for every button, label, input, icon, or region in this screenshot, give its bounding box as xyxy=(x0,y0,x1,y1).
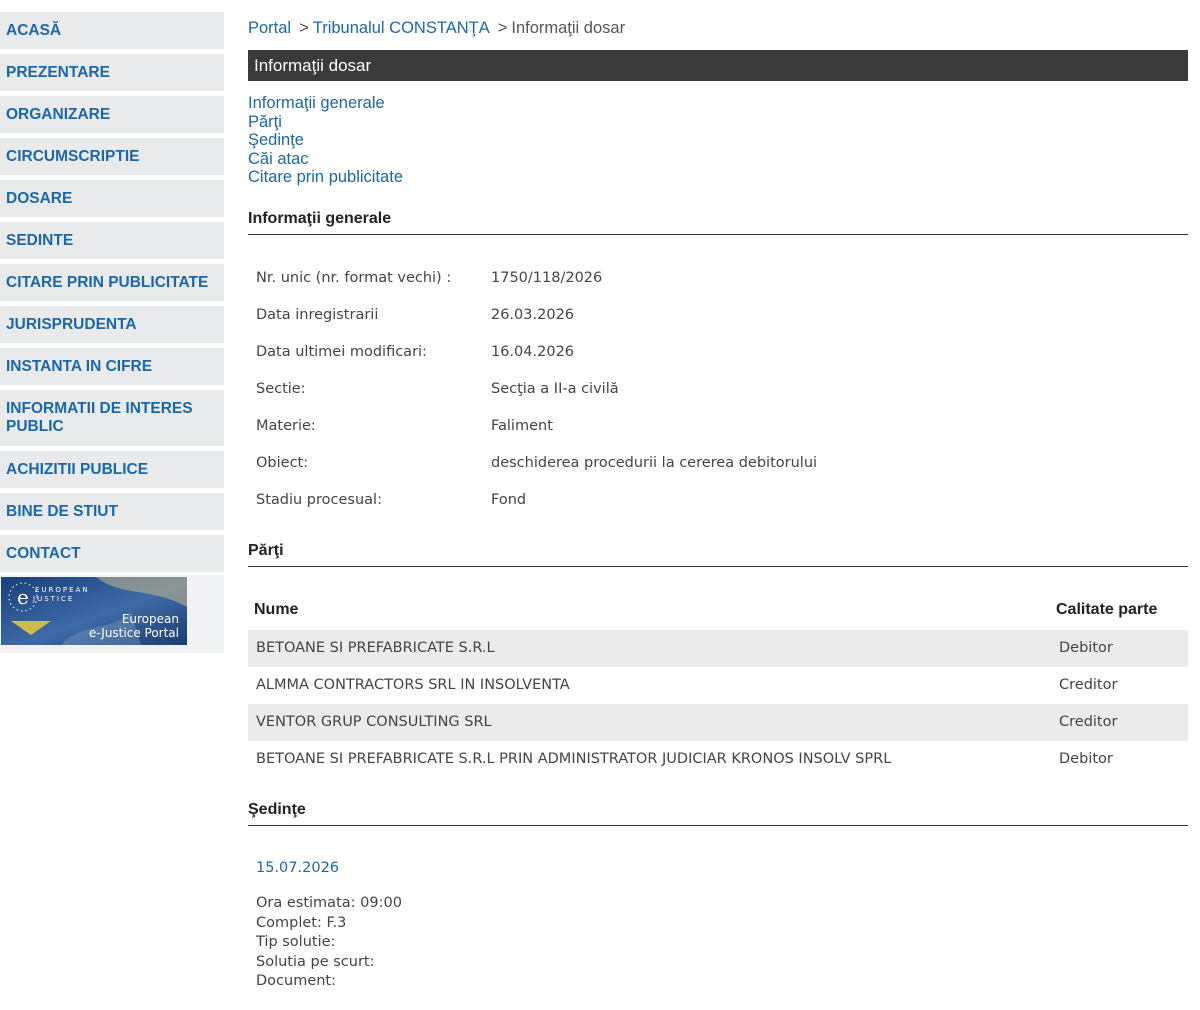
section-heading-informatii-generale: Informaţii generale xyxy=(248,210,1188,235)
info-value: 26.03.2026 xyxy=(491,307,575,323)
ejustice-line1: EUROPEAN xyxy=(35,586,90,594)
breadcrumb: Portal > Tribunalul CONSTANŢA > Informaţii d… xyxy=(248,19,625,38)
page-title-bar: Informaţii dosar xyxy=(248,50,1188,81)
info-label: Sectie: xyxy=(256,381,306,397)
sidebar-item-citare[interactable]: CITARE PRIN PUBLICITATE xyxy=(0,264,224,301)
breadcrumb-current: Informaţii dosar xyxy=(511,19,626,37)
info-label: Data inregistrarii xyxy=(256,307,379,323)
sidebar-item-label: ORGANIZARE xyxy=(6,106,111,123)
info-label: Stadiu procesual: xyxy=(256,492,382,508)
sedinta-complet: Complet: F.3 xyxy=(256,914,347,931)
info-label: Materie: xyxy=(256,418,316,434)
sidebar-item-label-line2: PUBLIC xyxy=(6,418,64,435)
sidebar-item-prezentare[interactable]: PREZENTARE xyxy=(0,54,224,91)
sidebar-item-label: ACASĂ xyxy=(6,22,62,39)
sedinta-entry: 15.07.2026 Ora estimata: 09:00 Complet: … xyxy=(256,860,402,992)
sidebar-item-label: CITARE PRIN PUBLICITATE xyxy=(6,274,209,291)
info-value: deschiderea procedurii la cererea debito… xyxy=(491,455,818,471)
info-value: Fond xyxy=(491,492,527,508)
toc-link-informatii-generale[interactable]: Informaţii generale xyxy=(248,94,403,113)
ejustice-line2: JUSTICE xyxy=(32,595,74,603)
table-row: ALMMA CONTRACTORS SRL IN INSOLVENTA Cred… xyxy=(248,667,1188,704)
party-name: BETOANE SI PREFABRICATE S.R.L PRIN ADMIN… xyxy=(256,751,892,767)
sidebar-item-bine-de-stiut[interactable]: BINE DE STIUT xyxy=(0,493,224,530)
sidebar-item-label-line1: INFORMATII DE INTERES xyxy=(6,400,193,417)
party-name: VENTOR GRUP CONSULTING SRL xyxy=(256,714,492,730)
sidebar-item-informatii-interes-public[interactable]: INFORMATII DE INTERES PUBLIC xyxy=(0,390,224,446)
ejustice-portal-banner[interactable]: e EUROPEAN JUSTICE European e-Justice Po… xyxy=(1,577,187,645)
sidebar-item-label: BINE DE STIUT xyxy=(6,503,118,520)
info-label: Data ultimei modificari: xyxy=(256,344,427,360)
table-row: BETOANE SI PREFABRICATE S.R.L Debitor xyxy=(248,630,1188,667)
sidebar-item-circumscriptie[interactable]: CIRCUMSCRIPTIE xyxy=(0,138,224,175)
info-label: Nr. unic (nr. format vechi) : xyxy=(256,270,452,286)
party-role: Creditor xyxy=(1059,714,1118,730)
sidebar-item-label: JURISPRUDENTA xyxy=(6,316,137,333)
party-role: Debitor xyxy=(1059,640,1113,656)
page-title: Informaţii dosar xyxy=(254,56,372,75)
breadcrumb-court-link[interactable]: Tribunalul CONSTANŢA xyxy=(313,19,490,37)
sidebar-item-label: INSTANTA IN CIFRE xyxy=(6,358,153,375)
sedinta-solutia: Solutia pe scurt: xyxy=(256,953,375,970)
breadcrumb-portal-link[interactable]: Portal xyxy=(248,19,291,37)
toc-link-citare-publicitate[interactable]: Citare prin publicitate xyxy=(248,168,403,187)
ejustice-banner-container: e EUROPEAN JUSTICE European e-Justice Po… xyxy=(0,575,224,653)
sedinta-tip-solutie: Tip solutie: xyxy=(256,934,336,950)
sidebar-item-label: PREZENTARE xyxy=(6,64,110,81)
sidebar-item-jurisprudenta[interactable]: JURISPRUDENTA xyxy=(0,306,224,343)
table-header-row: Nume Calitate parte xyxy=(248,590,1188,630)
toc-link-sedinte[interactable]: Şedinţe xyxy=(248,131,403,150)
info-value: 1750/118/2026 xyxy=(491,270,603,286)
column-header-calitate: Calitate parte xyxy=(1056,601,1158,618)
party-name: BETOANE SI PREFABRICATE S.R.L xyxy=(256,640,495,656)
sidebar-item-label: DOSARE xyxy=(6,190,73,207)
party-role: Creditor xyxy=(1059,677,1118,693)
column-header-nume: Nume xyxy=(254,601,299,618)
sidebar-item-contact[interactable]: CONTACT xyxy=(0,535,224,572)
section-heading-sedinte: Şedinţe xyxy=(248,801,1188,826)
ejustice-line4: e-Justice Portal xyxy=(89,626,179,640)
sidebar-item-label: ACHIZITII PUBLICE xyxy=(6,461,149,478)
info-value: Secţia a II-a civilă xyxy=(491,381,619,397)
info-label: Obiect: xyxy=(256,455,309,471)
table-row: BETOANE SI PREFABRICATE S.R.L PRIN ADMIN… xyxy=(248,741,1188,778)
sidebar-item-organizare[interactable]: ORGANIZARE xyxy=(0,96,224,133)
party-name: ALMMA CONTRACTORS SRL IN INSOLVENTA xyxy=(256,677,570,693)
ejustice-e-letter: e xyxy=(17,585,29,609)
parti-table: Nume Calitate parte BETOANE SI PREFABRIC… xyxy=(248,590,1188,778)
toc-link-parti[interactable]: Părţi xyxy=(248,113,403,132)
party-role: Debitor xyxy=(1059,751,1113,767)
sedinta-ora: Ora estimata: 09:00 xyxy=(256,895,402,911)
sedinta-document: Document: xyxy=(256,973,337,989)
sidebar-item-sedinte[interactable]: SEDINTE xyxy=(0,222,224,259)
sidebar-item-achizitii-publice[interactable]: ACHIZITII PUBLICE xyxy=(0,451,224,488)
section-links: Informaţii generale Părţi Şedinţe Căi at… xyxy=(248,94,403,187)
toc-link-cai-atac[interactable]: Căi atac xyxy=(248,150,403,169)
ejustice-line3: European xyxy=(122,612,179,626)
sidebar-item-label: SEDINTE xyxy=(6,232,74,249)
sidebar: ACASĂ PREZENTARE ORGANIZARE CIRCUMSCRIPT… xyxy=(0,12,224,653)
info-value: 16.04.2026 xyxy=(491,344,575,360)
info-value: Faliment xyxy=(491,418,553,434)
section-heading-parti: Părţi xyxy=(248,542,1188,567)
sidebar-item-instanta-in-cifre[interactable]: INSTANTA IN CIFRE xyxy=(0,348,224,385)
breadcrumb-separator: > xyxy=(497,19,508,37)
sidebar-item-label: CONTACT xyxy=(6,545,81,562)
sidebar-item-label: CIRCUMSCRIPTIE xyxy=(6,148,140,165)
sidebar-item-dosare[interactable]: DOSARE xyxy=(0,180,224,217)
sidebar-item-acasa[interactable]: ACASĂ xyxy=(0,12,224,49)
table-row: VENTOR GRUP CONSULTING SRL Creditor xyxy=(248,704,1188,741)
breadcrumb-separator: > xyxy=(299,19,309,37)
sedinta-date: 15.07.2026 xyxy=(256,860,340,876)
